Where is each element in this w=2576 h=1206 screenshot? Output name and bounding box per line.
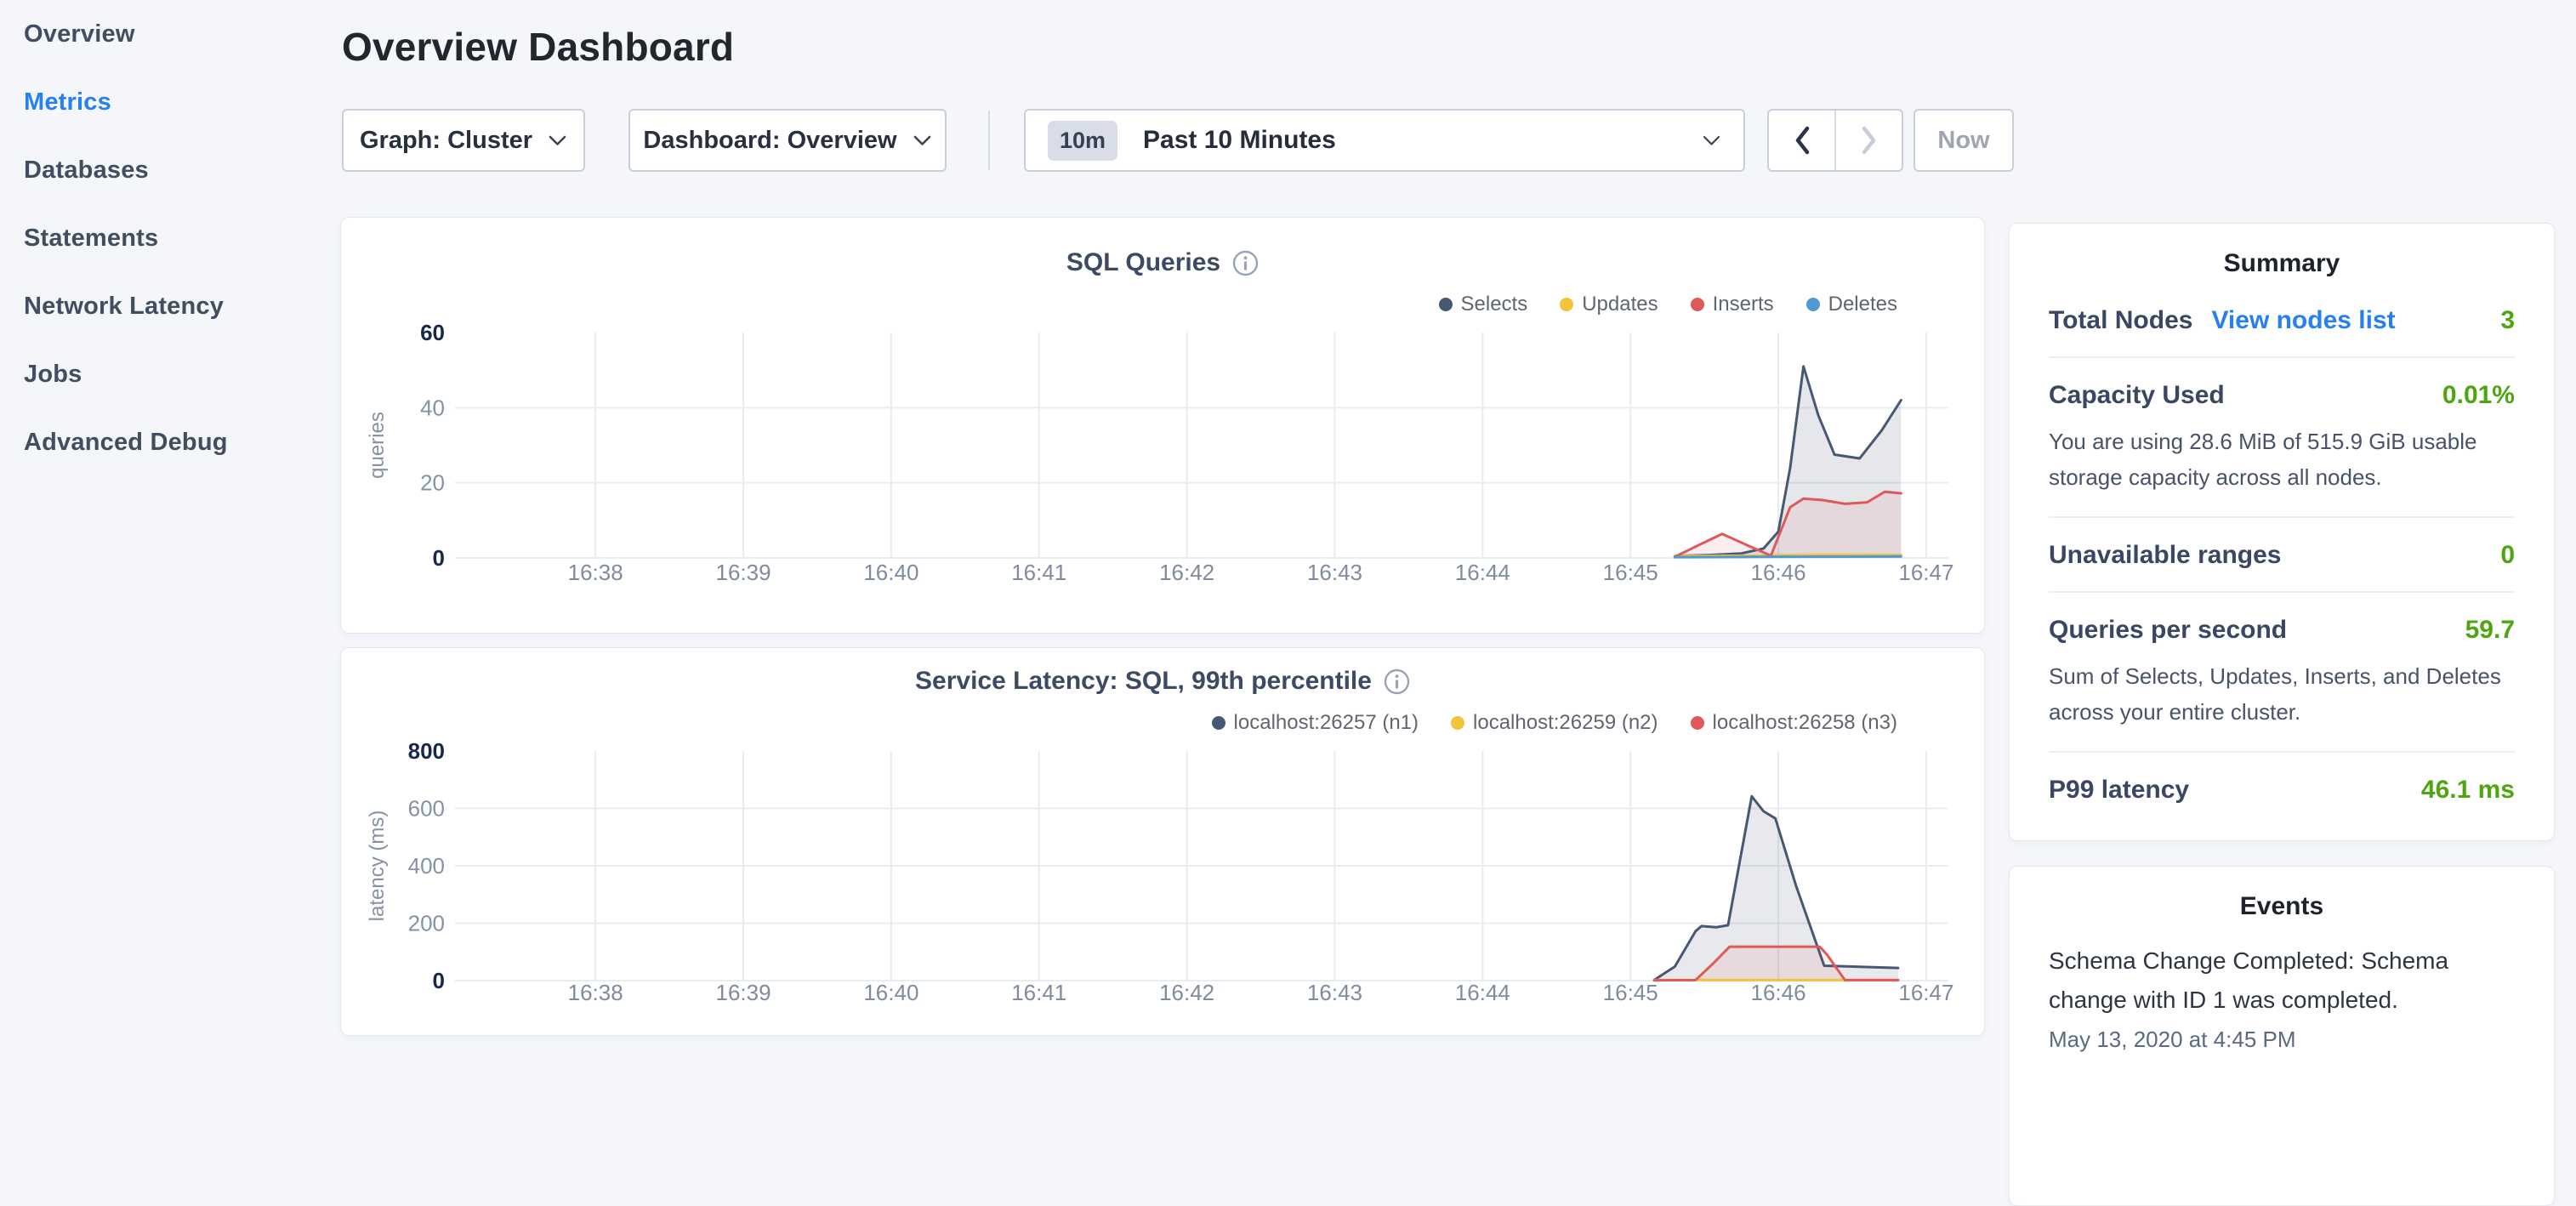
sidebar-item-jobs[interactable]: Jobs (0, 340, 336, 408)
summary-title: Summary (2049, 249, 2515, 278)
sidebar-item-network-latency[interactable]: Network Latency (0, 272, 336, 340)
svg-text:16:39: 16:39 (715, 560, 771, 585)
summary-row-value: 3 (2500, 306, 2515, 335)
event-text: Schema Change Completed: Schema change w… (2049, 941, 2474, 1020)
dashboard-dropdown[interactable]: Dashboard: Overview (628, 109, 947, 172)
summary-row-value: 0 (2500, 541, 2515, 570)
summary-row-total-nodes: Total Nodes View nodes list 3 (2049, 283, 2515, 358)
svg-text:16:40: 16:40 (863, 980, 918, 1005)
summary-row-label: Capacity Used (2049, 381, 2225, 410)
previous-time-window-button[interactable] (1769, 111, 1836, 170)
service-latency-plot: 16:38 16:39 16:40 16:41 16:42 16:43 16:44 16:45… (341, 648, 1986, 1037)
summary-row-label: P99 latency (2049, 776, 2189, 805)
svg-text:16:47: 16:47 (1898, 980, 1953, 1005)
chevron-down-icon (548, 134, 567, 147)
sidebar-item-overview[interactable]: Overview (0, 0, 336, 68)
svg-text:16:45: 16:45 (1603, 560, 1658, 585)
summary-panel: Summary Total Nodes View nodes list 3 Capac… (2009, 223, 2555, 841)
summary-row-value: 59.7 (2465, 616, 2515, 645)
svg-text:16:41: 16:41 (1011, 560, 1066, 585)
summary-row-value: 0.01% (2442, 381, 2515, 410)
chevron-left-icon (1793, 125, 1811, 156)
svg-text:0: 0 (433, 968, 445, 993)
graph-scope-dropdown[interactable]: Graph: Cluster (342, 109, 585, 172)
page-title: Overview Dashboard (342, 24, 734, 70)
svg-text:60: 60 (420, 320, 445, 345)
svg-text:40: 40 (420, 395, 445, 420)
summary-row-capacity-used: Capacity Used 0.01% You are using 28.6 MiB… (2049, 358, 2515, 518)
svg-text:400: 400 (408, 853, 445, 879)
svg-text:16:46: 16:46 (1751, 980, 1806, 1005)
graph-scope-label: Graph: Cluster (360, 127, 532, 155)
now-button-label: Now (1937, 127, 1989, 155)
svg-text:16:42: 16:42 (1159, 560, 1214, 585)
svg-text:16:43: 16:43 (1307, 560, 1362, 585)
time-range-badge: 10m (1048, 121, 1117, 161)
chevron-right-icon (1860, 125, 1879, 156)
summary-row-caption: You are using 28.6 MiB of 515.9 GiB usab… (2049, 424, 2515, 495)
sql-queries-plot: 16:38 16:39 16:40 16:41 16:42 16:43 16:44 16:45… (341, 218, 1986, 634)
view-nodes-list-link[interactable]: View nodes list (2211, 306, 2395, 335)
svg-text:600: 600 (408, 796, 445, 822)
svg-text:16:38: 16:38 (568, 980, 623, 1005)
summary-row-caption: Sum of Selects, Updates, Inserts, and De… (2049, 658, 2515, 730)
svg-text:16:44: 16:44 (1455, 980, 1510, 1005)
svg-text:20: 20 (420, 470, 445, 496)
event-item: Schema Change Completed: Schema change w… (2049, 941, 2515, 1053)
svg-text:16:41: 16:41 (1011, 980, 1066, 1005)
svg-text:16:44: 16:44 (1455, 560, 1510, 585)
svg-text:16:42: 16:42 (1159, 980, 1214, 1005)
time-pager (1767, 109, 1903, 172)
time-range-dropdown[interactable]: 10m Past 10 Minutes (1024, 109, 1745, 172)
next-time-window-button[interactable] (1836, 111, 1902, 170)
dashboard-label: Dashboard: Overview (643, 127, 896, 155)
svg-text:queries: queries (366, 412, 389, 479)
svg-text:16:40: 16:40 (863, 560, 918, 585)
sidebar-item-metrics[interactable]: Metrics (0, 68, 336, 136)
summary-row-unavailable-ranges: Unavailable ranges 0 (2049, 518, 2515, 593)
svg-text:16:38: 16:38 (568, 560, 623, 585)
service-latency-chart-card: Service Latency: SQL, 99th percentile lo… (340, 647, 1985, 1036)
sidebar-item-advanced-debug[interactable]: Advanced Debug (0, 408, 336, 476)
now-button[interactable]: Now (1914, 109, 2014, 172)
sql-queries-chart-card: SQL Queries SelectsUpdatesInsertsDeletes… (340, 217, 1985, 634)
chevron-down-icon (1702, 134, 1721, 147)
chevron-down-icon (913, 134, 932, 147)
svg-text:16:45: 16:45 (1603, 980, 1658, 1005)
summary-row-queries-per-second: Queries per second 59.7 Sum of Selects, Up… (2049, 593, 2515, 753)
summary-row-label: Total Nodes (2049, 306, 2192, 335)
svg-text:latency (ms): latency (ms) (366, 811, 389, 922)
summary-row-p99-latency: P99 latency 46.1 ms (2049, 753, 2515, 826)
sidebar: OverviewMetricsDatabasesStatementsNetwor… (0, 0, 336, 1051)
summary-row-label: Queries per second (2049, 616, 2287, 645)
events-title: Events (2049, 892, 2515, 921)
sidebar-item-databases[interactable]: Databases (0, 136, 336, 204)
svg-text:200: 200 (408, 911, 445, 936)
controls-divider (988, 111, 990, 170)
svg-text:0: 0 (433, 545, 445, 571)
time-range-label: Past 10 Minutes (1143, 126, 1336, 155)
sidebar-item-statements[interactable]: Statements (0, 204, 336, 272)
summary-row-label: Unavailable ranges (2049, 541, 2281, 570)
svg-text:800: 800 (408, 738, 445, 764)
event-timestamp: May 13, 2020 at 4:45 PM (2049, 1027, 2515, 1053)
events-panel: Events Schema Change Completed: Schema c… (2009, 866, 2555, 1206)
svg-text:16:43: 16:43 (1307, 980, 1362, 1005)
summary-row-value: 46.1 ms (2421, 776, 2515, 805)
svg-text:16:39: 16:39 (715, 980, 771, 1005)
svg-text:16:46: 16:46 (1751, 560, 1806, 585)
svg-text:16:47: 16:47 (1898, 560, 1953, 585)
